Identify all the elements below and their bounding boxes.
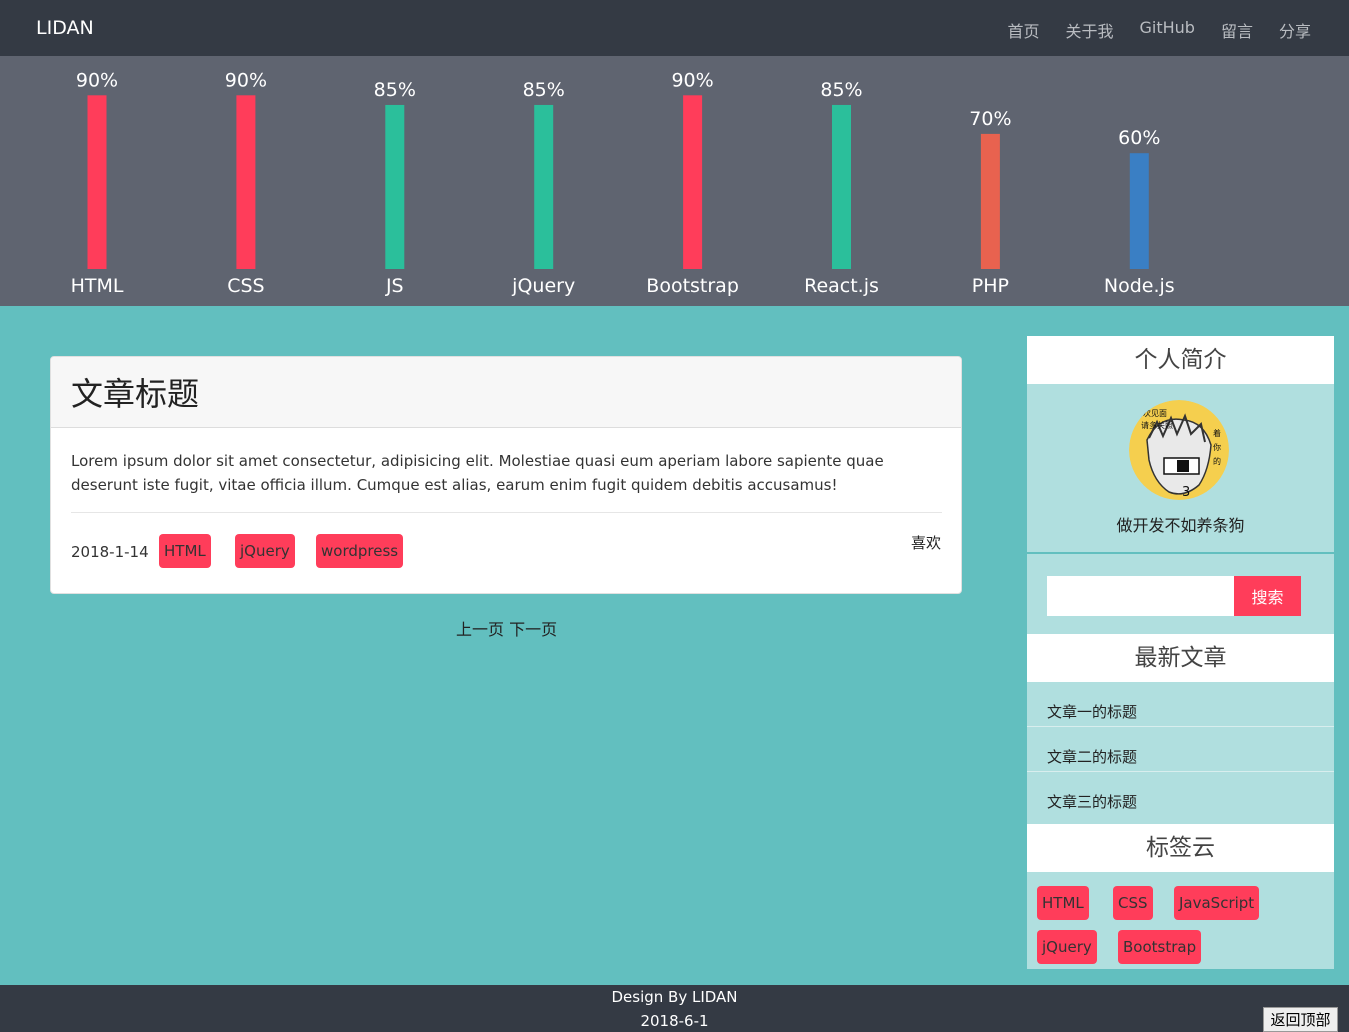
bar-value-label: 90%: [225, 69, 267, 91]
bar-value-label: 90%: [671, 69, 713, 91]
article-tag-wordpress[interactable]: wordpress: [316, 534, 404, 568]
tagcloud-bootstrap[interactable]: Bootstrap: [1118, 930, 1202, 964]
bar-php: [980, 133, 1000, 269]
svg-text:的: 的: [1213, 456, 1221, 466]
nav-github[interactable]: GitHub: [1140, 18, 1195, 42]
article-date: 2018-1-14: [71, 543, 149, 561]
nav-share[interactable]: 分享: [1279, 18, 1311, 42]
nav-links: 首页 关于我 GitHub 留言 分享: [981, 18, 1311, 42]
prev-page-link[interactable]: 上一页: [456, 620, 504, 639]
article-card: 文章标题 Lorem ipsum dolor sit amet consecte…: [50, 356, 962, 594]
recent-article-1[interactable]: 文章一的标题: [1027, 682, 1334, 727]
profile-block: 3 初次见面 请多关照 着 你 的 做开发不如养条狗: [1027, 384, 1334, 552]
bar-jquery: [534, 104, 554, 269]
skills-chart-svg: 90% HTML 90% CSS 85% JS 85% jQuery 90% Bootstrap 8…: [71, 69, 1175, 297]
nav-message[interactable]: 留言: [1221, 18, 1253, 42]
svg-text:你: 你: [1213, 442, 1221, 452]
tag-cloud-heading: 标签云: [1027, 824, 1334, 872]
like-button[interactable]: 喜欢: [911, 532, 941, 553]
search-button[interactable]: 搜索: [1234, 576, 1301, 616]
recent-article-3[interactable]: 文章三的标题: [1027, 772, 1334, 817]
bar-value-label: 85%: [523, 79, 565, 101]
search-block: 搜索: [1027, 554, 1334, 634]
footer: Design By LIDAN 2018-6-1: [0, 985, 1349, 1032]
category-label: PHP: [972, 275, 1009, 297]
recent-article-2[interactable]: 文章二的标题: [1027, 727, 1334, 772]
profile-heading: 个人简介: [1027, 336, 1334, 384]
divider: [71, 512, 942, 513]
svg-text:着: 着: [1213, 428, 1221, 438]
footer-date: 2018-6-1: [640, 1012, 709, 1030]
sidebar: 个人简介 3 初次见面 请多关照 着 你 的 做开发不如养条狗 搜索 最新文章 …: [1027, 336, 1334, 969]
tagcloud-css[interactable]: CSS: [1113, 886, 1153, 920]
category-label: jQuery: [511, 275, 575, 297]
skills-chart: 90% HTML 90% CSS 85% JS 85% jQuery 90% Bootstrap 8…: [0, 56, 1349, 306]
svg-text:初次见面: 初次见面: [1135, 408, 1167, 418]
category-label: HTML: [71, 275, 124, 297]
brand-logo[interactable]: LIDAN: [36, 17, 94, 39]
svg-text:3: 3: [1182, 485, 1190, 500]
bar-bootstrap: [683, 95, 703, 269]
tag-cloud: HTML CSS JavaScript jQuery Bootstrap: [1027, 872, 1334, 969]
article-title[interactable]: 文章标题: [71, 369, 199, 415]
category-label: React.js: [804, 275, 879, 297]
navbar: LIDAN 首页 关于我 GitHub 留言 分享: [0, 0, 1349, 56]
pagination: 上一页 下一页: [456, 616, 557, 640]
category-label: Node.js: [1104, 275, 1175, 297]
article-tag-html[interactable]: HTML: [159, 534, 211, 568]
next-page-link[interactable]: 下一页: [509, 620, 557, 639]
recent-articles-heading: 最新文章: [1027, 634, 1334, 682]
bar-nodejs: [1129, 153, 1149, 269]
search-input[interactable]: [1047, 576, 1235, 616]
bar-value-label: 85%: [820, 79, 862, 101]
recent-articles-list: 文章一的标题 文章二的标题 文章三的标题: [1027, 682, 1334, 824]
bar-value-label: 90%: [76, 69, 118, 91]
tagcloud-html[interactable]: HTML: [1037, 886, 1089, 920]
profile-motto: 做开发不如养条狗: [1116, 516, 1245, 535]
avatar[interactable]: 3 初次见面 请多关照 着 你 的: [1129, 400, 1229, 500]
bar-value-label: 85%: [374, 79, 416, 101]
tagcloud-jquery[interactable]: jQuery: [1037, 930, 1097, 964]
bar-reactjs: [832, 104, 851, 269]
bar-html: [87, 95, 107, 269]
category-label: Bootstrap: [646, 275, 739, 297]
svg-text:请多关照: 请多关照: [1141, 420, 1173, 430]
tagcloud-javascript[interactable]: JavaScript: [1174, 886, 1260, 920]
footer-credit: Design By LIDAN: [611, 988, 738, 1006]
bar-value-label: 60%: [1118, 127, 1160, 149]
back-to-top-button[interactable]: 返回顶部: [1263, 1007, 1338, 1032]
category-label: JS: [385, 275, 404, 297]
bar-js: [385, 104, 405, 269]
article-tag-jquery[interactable]: jQuery: [235, 534, 295, 568]
nav-home[interactable]: 首页: [1007, 18, 1039, 42]
bar-css: [236, 95, 256, 269]
nav-about[interactable]: 关于我: [1066, 18, 1114, 42]
bar-value-label: 70%: [969, 108, 1011, 130]
article-excerpt: Lorem ipsum dolor sit amet consectetur, …: [71, 452, 884, 494]
category-label: CSS: [227, 275, 264, 297]
